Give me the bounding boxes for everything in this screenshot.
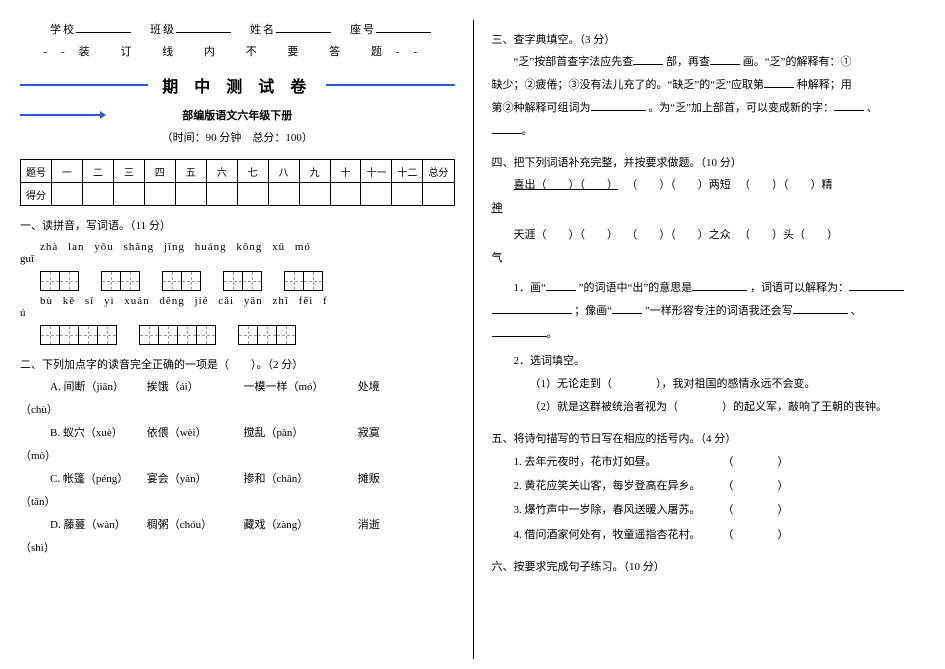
tianzige[interactable] (284, 271, 323, 291)
school-label: 学校 (50, 24, 76, 36)
q4-row2: 神 (492, 197, 926, 220)
class-label: 班级 (150, 24, 176, 36)
title-bar-left (20, 84, 148, 86)
q4-item1: 1．画“ ”的词语中“出”的意思是 ，词语可以解释为： (492, 277, 926, 300)
q6-heading: 六、按要求完成句子练习。（10 分） (492, 557, 926, 578)
subtitle-row: 部编版语文六年级下册 (20, 107, 455, 123)
q4-row4: 气 (492, 247, 926, 270)
subtitle-bar (20, 114, 100, 116)
tianzige[interactable] (40, 325, 117, 345)
q2-a-tail: （chù） (20, 399, 455, 422)
tianzige[interactable] (238, 325, 296, 345)
q3-line3: 第②种解释可组词为 。为“乏”加上部首，可以变成新的字： 、 (492, 97, 926, 120)
tianzige[interactable] (139, 325, 216, 345)
q5-l3: 3. 爆竹声中一岁除，春风送暖入屠苏。 （ ） (514, 498, 926, 522)
q5-heading: 五、将诗句描写的节日写在相应的括号内。（4 分） (492, 429, 926, 450)
q2-options: A. 间断（jiān） 挨饿（ái） 一模一样（mó） 处境 （chù） B. … (20, 376, 455, 561)
q5-l1: 1. 去年元夜时，花市灯如昼。 （ ） (514, 450, 926, 474)
title-row: 期 中 测 试 卷 (20, 73, 455, 97)
q1-pinyin-line1: zhà lan yōu shāng jīng huáng kōng xū mó (20, 241, 455, 253)
tianzige[interactable] (162, 271, 201, 291)
tianzige[interactable] (101, 271, 140, 291)
q5-l4: 4. 借问酒家何处有，牧童遥指杏花村。 （ ） (514, 523, 926, 547)
q5-l2: 2. 黄花应笑关山客，每岁登高在异乡。 （ ） (514, 474, 926, 498)
th-score: 得分 (21, 183, 52, 206)
q4-row1: 喜出（ ）（ ） （ ）（ ）两短 （ ）（ ）精 (492, 174, 926, 197)
q1-pinyin-line2-tail: ú (20, 307, 455, 319)
tianzige[interactable] (223, 271, 262, 291)
q4-item2: 2．选词填空。 (492, 350, 926, 373)
q5-list: 1. 去年元夜时，花市灯如昼。 （ ） 2. 黄花应笑关山客，每岁登高在异乡。 … (492, 450, 926, 547)
exam-subtitle: 部编版语文六年级下册 (106, 107, 369, 123)
q2-b-tail: （mò） (20, 445, 455, 468)
q1-pinyin-line1-tail: guī (20, 253, 455, 265)
q3-body: “乏”按部首查字法应先查 部，再查 画。“乏”的解释有：① (492, 51, 926, 74)
score-table: 题号 一 二 三 四 五 六 七 八 九 十 十一 十二 总分 得分 (20, 159, 455, 206)
tianzige[interactable] (40, 271, 79, 291)
name-label: 姓名 (250, 24, 276, 36)
q1-grid-row2 (40, 325, 455, 345)
q4-item1b: ；像画“ ”一样形容专注的词语我还会写 、 (492, 300, 926, 323)
q1-grid-row1 (40, 271, 455, 291)
q2-opt-c[interactable]: C. 帐篷（péng） 宴会（yàn） 掺和（chān） 摊贩 (50, 468, 455, 491)
q2-heading: 二、下列加点字的读音完全正确的一项是（ ）。（2 分） (20, 355, 455, 376)
q2-opt-a[interactable]: A. 间断（jiān） 挨饿（ái） 一模一样（mó） 处境 (50, 376, 455, 399)
q2-opt-b[interactable]: B. 蚁穴（xuè） 依偎（wèi） 搅乱（pàn） 寂寞 (50, 422, 455, 445)
q4-item2-2: （2）就是这群被统治者视为（ ）的起义军，敲响了王朝的丧钟。 (492, 396, 926, 419)
th-num: 题号 (21, 160, 52, 183)
score-header-row: 题号 一 二 三 四 五 六 七 八 九 十 十一 十二 总分 (21, 160, 455, 183)
q4-row3: 天涯（ ）（ ） （ ）（ ）之众 （ ）头（ ） (492, 224, 926, 247)
id-label: 座号 (350, 24, 376, 36)
q4-item2-1: （1）无论走到（ ），我对祖国的感情永远不会变。 (492, 373, 926, 396)
q1-heading: 一、读拼音，写词语。（11 分） (20, 216, 455, 237)
binding-seal-line: --装 订 线 内 不 要 答 题-- (20, 43, 455, 59)
q1-pinyin-line2: bù kě sī yì xuán dēng jié cǎi yān zhī fě… (20, 295, 455, 307)
q3-heading: 三、查字典填空。（3 分） (492, 30, 926, 51)
q4-heading: 四、把下列词语补充完整，并按要求做题。（10 分） (492, 153, 926, 174)
exam-title: 期 中 测 试 卷 (148, 73, 326, 97)
q3-line2: 缺少；②疲倦；③没有法儿充了的。“缺乏”的“乏”应取第 种解释；用 (492, 74, 926, 97)
q2-d-tail: （shì） (20, 537, 455, 560)
exam-header: 学校 班级 姓名 座号 (20, 20, 455, 37)
q2-c-tail: （tān） (20, 491, 455, 514)
title-bar-right (326, 84, 454, 86)
score-value-row: 得分 (21, 183, 455, 206)
q2-opt-d[interactable]: D. 藤蔓（wàn） 稠粥（chóu） 藏戏（zàng） 消逝 (50, 514, 455, 537)
exam-info: （时间：90 分钟 总分：100） (20, 129, 455, 145)
